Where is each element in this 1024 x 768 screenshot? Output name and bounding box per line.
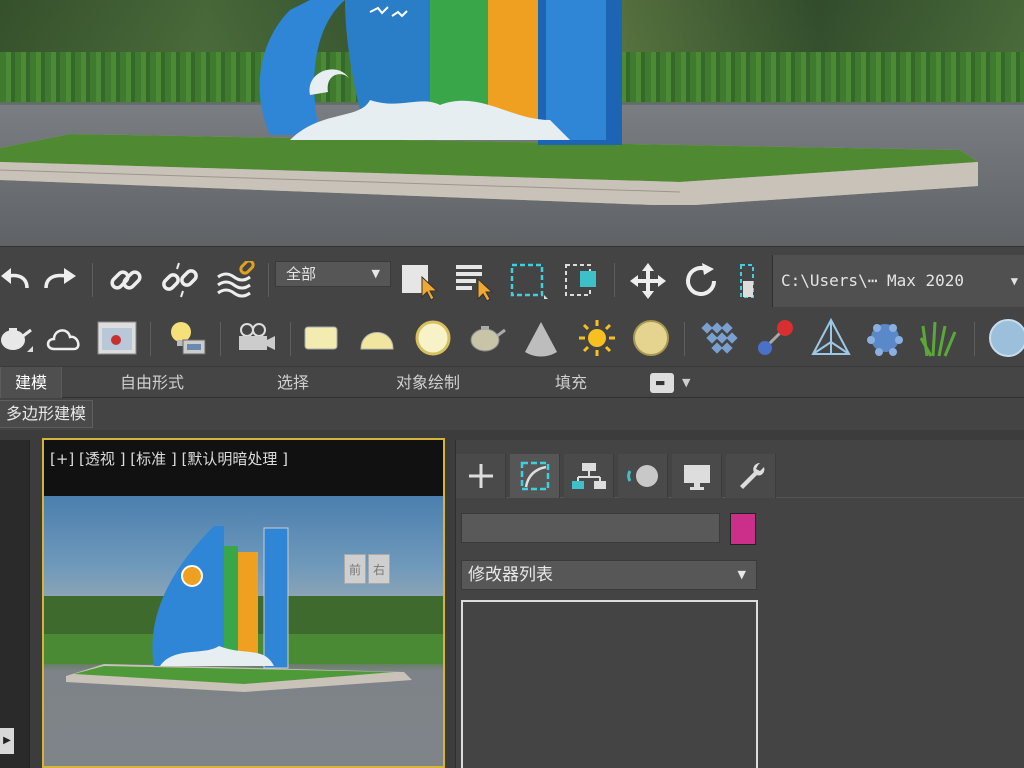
bind-spacewarp-icon[interactable] — [212, 261, 262, 299]
teapot-material-icon[interactable] — [464, 316, 510, 360]
left-viewport-strip: ▶ — [0, 440, 30, 768]
tab-selection[interactable]: 选择 — [277, 367, 309, 399]
cone-icon[interactable] — [518, 316, 564, 360]
separator — [268, 263, 269, 297]
sphere-icon[interactable] — [984, 316, 1024, 360]
separator — [290, 322, 291, 356]
tab-freeform[interactable]: 自由形式 — [120, 367, 184, 399]
cloud-icon[interactable] — [42, 318, 86, 358]
render-frame-icon[interactable] — [94, 316, 140, 360]
dome-icon[interactable] — [354, 316, 400, 360]
teapot-icon[interactable] — [0, 318, 34, 358]
command-panel-tabs — [456, 454, 1024, 498]
unlink-icon[interactable] — [158, 261, 202, 299]
window-crossing-icon[interactable] — [560, 261, 604, 301]
sphere-light-icon[interactable] — [410, 316, 456, 360]
modifier-stack[interactable] — [461, 600, 758, 768]
motion-icon — [626, 465, 658, 487]
modify-tab[interactable] — [510, 454, 560, 498]
foliage-ball-icon[interactable] — [860, 316, 910, 360]
modifier-list-dropdown[interactable]: 修改器列表 ▼ — [461, 560, 757, 590]
selection-filter-dropdown[interactable]: 全部 ▼ — [275, 261, 391, 287]
select-object-icon[interactable] — [398, 261, 442, 301]
separator — [614, 263, 615, 297]
plus-icon — [468, 464, 493, 488]
chevron-down-icon[interactable]: ▼ — [682, 367, 690, 399]
redo-icon[interactable] — [40, 265, 80, 295]
utilities-tab[interactable] — [726, 454, 776, 498]
wrench-icon — [739, 463, 764, 489]
separator — [974, 322, 975, 356]
plane-material-icon[interactable] — [298, 316, 344, 360]
viewcube-right[interactable]: 右 — [368, 554, 390, 584]
chevron-down-icon: ▼ — [1010, 274, 1018, 288]
motion-tab[interactable] — [618, 454, 668, 498]
perspective-viewport[interactable]: [+] [透视 ] [标准 ] [默认明暗处理 ] 前右 — [42, 438, 445, 768]
scene-render-preview — [0, 0, 1024, 246]
viewcube-front[interactable]: 前 — [344, 554, 366, 584]
project-path-field[interactable]: C:\Users\⋯ Max 2020 ▼ — [772, 255, 1024, 307]
polygon-modeling-panel[interactable]: 多边形建模 — [0, 400, 94, 428]
ribbon-options-icon[interactable]: ▬ — [650, 373, 674, 393]
modifier-list-label: 修改器列表 — [468, 565, 553, 585]
chevron-down-icon: ▼ — [371, 267, 380, 280]
modify-icon — [520, 461, 549, 491]
separator — [150, 322, 151, 356]
create-tab[interactable] — [456, 454, 506, 498]
play-icon[interactable]: ▶ — [0, 728, 14, 754]
grass-icon[interactable] — [914, 316, 964, 360]
ribbon-tabs: 建模 自由形式 选择 对象绘制 填充 ▬ ▼ — [0, 366, 1024, 399]
viewcube[interactable]: 前右 — [344, 554, 396, 588]
select-by-name-icon[interactable] — [452, 261, 496, 301]
sun-icon[interactable] — [574, 316, 620, 360]
sign-sculpture — [259, 0, 622, 145]
light-icon[interactable] — [160, 316, 210, 360]
pyramid-icon[interactable] — [806, 316, 856, 360]
monitor-icon — [683, 465, 710, 490]
workspace: ▶ [+] [透视 ] [标准 ] [默认明暗处理 ] 前右 修改器列表 ▼ — [0, 430, 1024, 768]
secondary-toolbar — [0, 312, 1024, 366]
grid-icon[interactable] — [694, 316, 744, 360]
ribbon-subbar: 多边形建模 — [0, 398, 1024, 430]
viewport-scene — [44, 526, 443, 692]
separator — [92, 263, 93, 297]
tab-populate[interactable]: 填充 — [555, 367, 587, 399]
separator — [220, 322, 221, 356]
tab-object-paint[interactable]: 对象绘制 — [396, 367, 460, 399]
chevron-down-icon: ▼ — [737, 568, 746, 581]
hierarchy-icon — [571, 463, 606, 489]
display-tab[interactable] — [672, 454, 722, 498]
scale-icon[interactable] — [732, 261, 762, 301]
move-icon[interactable] — [626, 261, 670, 301]
project-path-text: C:\Users\⋯ Max 2020 — [781, 271, 965, 290]
ball-material-icon[interactable] — [628, 316, 674, 360]
particles-icon[interactable] — [750, 316, 800, 360]
rectangular-selection-icon[interactable] — [506, 261, 550, 301]
viewport-render[interactable]: 前右 — [44, 496, 443, 766]
undo-icon[interactable] — [0, 265, 30, 295]
hierarchy-tab[interactable] — [564, 454, 614, 498]
link-icon[interactable] — [104, 261, 148, 299]
main-toolbar: 全部 ▼ C:\Users\⋯ Max 2020 ▼ — [0, 246, 1024, 312]
camera-icon[interactable] — [230, 316, 280, 360]
separator — [684, 322, 685, 356]
selection-filter-value: 全部 — [286, 265, 317, 283]
object-name-field[interactable] — [461, 513, 720, 543]
viewport-label[interactable]: [+] [透视 ] [标准 ] [默认明暗处理 ] — [50, 448, 288, 469]
tab-modeling[interactable]: 建模 — [0, 367, 63, 399]
command-panel: 修改器列表 ▼ — [455, 440, 1024, 768]
object-color-swatch[interactable] — [730, 513, 756, 545]
rotate-icon[interactable] — [680, 261, 724, 301]
